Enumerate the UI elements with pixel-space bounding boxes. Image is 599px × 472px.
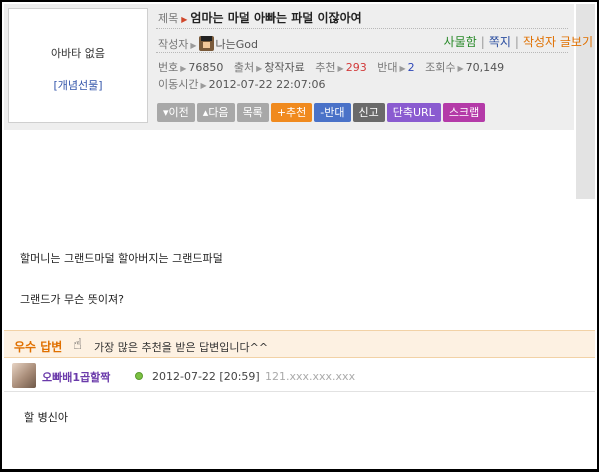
link-separator: | [514,35,519,49]
reply-header: 오빠배1곱할짝 2012-07-22 [20:59] 121.xxx.xxx.x… [4,360,595,392]
post-body-line: 그랜드가 무슨 뜻이져? [20,293,124,306]
link-separator: | [480,35,485,49]
reply-time: 2012-07-22 [20:59] [152,370,260,383]
divider [156,28,568,29]
bullet-arrow-icon: ▶ [200,81,207,90]
reply-ip: 121.xxx.xxx.xxx [265,370,356,383]
num-label: 번호 [158,61,179,74]
bullet-arrow-icon: ▶ [181,15,188,24]
moved-label: 이동시간 [158,78,199,91]
views-count: 70,149 [465,61,505,74]
oppose-button[interactable]: -반대 [314,103,351,122]
author-row: 작성자 ▶ 나는God [158,36,258,52]
best-answer-description: 가장 많은 추천을 받은 답변입니다^^ [94,341,269,354]
source-label: 출처 [233,61,255,74]
message-link[interactable]: 쪽지 [489,35,511,49]
reply-avatar [12,363,36,388]
divider [156,52,568,53]
views-label: 조회수 [425,61,456,74]
best-answer-label: 우수 답변 [14,340,63,354]
locker-link[interactable]: 사물함 [444,35,477,49]
next-button[interactable]: ▴다음 [196,103,235,122]
title-label: 제목 [158,12,179,25]
num-value: 76850 [188,61,224,74]
gift-link[interactable]: [개념선물] [9,77,147,93]
list-button[interactable]: 목록 [236,103,269,122]
author-name[interactable]: 나는God [216,38,258,51]
author-label: 작성자 [158,38,189,51]
bullet-arrow-icon: ▶ [256,64,263,73]
online-status-icon [135,372,143,380]
post-title: 엄마는 마덜 아빠는 파덜 이잖아여 [190,11,362,25]
prev-button[interactable]: ▾이전 [157,103,195,122]
reply-body: 할 병신아 [24,411,68,424]
oppose-label: 반대 [377,61,398,74]
source-value: 창작자료 [264,61,305,74]
author-links: 사물함 | 쪽지 | 작성자 글보기 [444,33,593,50]
moved-row: 이동시간 ▶ 2012-07-22 22:07:06 [158,76,325,92]
oppose-count: 2 [407,61,415,74]
thumbs-up-icon: ☝ [73,335,83,353]
bullet-arrow-icon: ▶ [190,41,197,50]
short-url-button[interactable]: 단축URL [386,103,441,122]
recommend-button[interactable]: +추천 [270,103,313,122]
report-button[interactable]: 신고 [352,103,385,122]
best-answer-bar: 우수 답변 ☝ 가장 많은 추천을 받은 답변입니다^^ [4,330,595,358]
reply-author-name[interactable]: 오빠배1곱할짝 [42,369,110,385]
bullet-arrow-icon: ▶ [180,64,187,73]
scrap-button[interactable]: 스크랩 [442,103,486,122]
recommend-count: 293 [345,61,367,74]
bullet-arrow-icon: ▶ [337,64,344,73]
recommend-label: 추천 [315,61,336,74]
moved-time: 2012-07-22 22:07:06 [208,78,326,91]
title-row: 제목 ▶ 엄마는 마덜 아빠는 파덜 이잖아여 [158,9,362,26]
meta-row: 번호 ▶ 76850 출처 ▶ 창작자료 추천 ▶ 293 반대 ▶ 2 조회수 ▶ 70,149 [158,59,504,75]
author-avatar-box: 아바타 없음 [개념선물] [8,8,148,123]
author-level-icon [198,36,214,51]
bullet-arrow-icon: ▶ [457,64,464,73]
author-posts-link[interactable]: 작성자 글보기 [523,35,593,49]
bullet-arrow-icon: ▶ [399,64,406,73]
no-avatar-text: 아바타 없음 [50,47,106,60]
post-body-line: 할머니는 그랜드마덜 할아버지는 그랜드파덜 [20,252,223,265]
post-action-buttons: ▾이전 ▴다음 목록 +추천 -반대 신고 단축URL 스크랩 [157,103,487,122]
